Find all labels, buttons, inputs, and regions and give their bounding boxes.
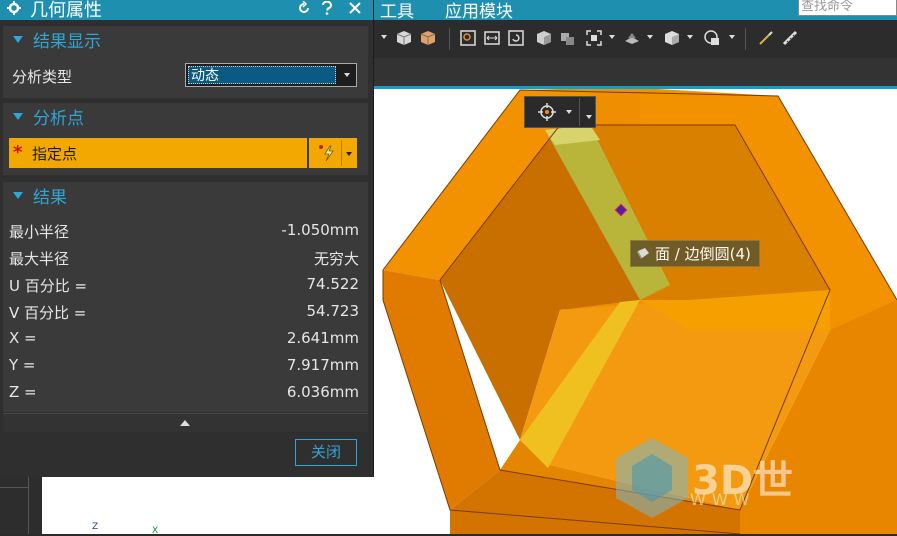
result-value: -1.050mm: [281, 221, 359, 239]
result-row-x: X = 2.641mm: [9, 328, 359, 350]
section-result: 结果: [3, 182, 368, 412]
distance-icon[interactable]: [483, 29, 501, 47]
axis-label-z: Z: [92, 522, 99, 532]
tab-strip: [373, 58, 897, 86]
menu-application[interactable]: 应用模块: [445, 0, 513, 22]
toolbar-separator: [745, 28, 746, 50]
chevron-down-icon[interactable]: [346, 152, 352, 156]
result-value: 2.641mm: [286, 329, 359, 347]
toolbar-dropdown-arrow[interactable]: [647, 35, 653, 39]
chevron-down-icon: [344, 73, 350, 77]
result-row-z: Z = 6.036mm: [9, 382, 359, 404]
result-key: 最大半径: [9, 250, 70, 268]
toolbar-separator: [449, 28, 450, 50]
result-key: U 百分比 =: [9, 277, 88, 295]
selection-tooltip: 面 / 边倒圆(4): [630, 240, 760, 267]
chevron-up-icon: [180, 420, 190, 426]
section-label: 结果: [33, 188, 67, 208]
section-result-display: 结果显示: [3, 26, 368, 98]
axis-label-x: X: [152, 526, 159, 536]
toolbar: [373, 20, 897, 59]
result-row-max-radius: 最大半径 无穷大: [9, 247, 359, 269]
analysis-type-select[interactable]: 动态: [185, 63, 357, 87]
watermark-subtext: WWW: [690, 490, 756, 509]
snap-dropdown-arrow[interactable]: [566, 110, 572, 114]
dialog-title-bar[interactable]: 几何属性: [0, 0, 373, 21]
section-header-result[interactable]: 结果: [3, 182, 368, 208]
section-label: 分析点: [33, 109, 84, 129]
rotate-view-icon[interactable]: [507, 29, 525, 47]
close-button[interactable]: 关闭: [295, 439, 357, 466]
shaded-icon[interactable]: [535, 29, 553, 47]
result-value: 无穷大: [313, 250, 359, 268]
result-row-v-percent: V 百分比 = 54.723: [9, 301, 359, 323]
toolbar-dropdown-arrow[interactable]: [381, 35, 387, 39]
gear-icon: [7, 1, 21, 15]
collapse-triangle-icon: [13, 36, 23, 43]
face-icon: [637, 248, 649, 259]
result-key: X =: [9, 329, 37, 347]
specify-point-field[interactable]: * 指定点: [9, 138, 307, 168]
snap-point-widget[interactable]: [524, 96, 596, 128]
viewport-top-border: [373, 86, 897, 89]
result-row-y: Y = 7.917mm: [9, 355, 359, 377]
result-value: 6.036mm: [286, 383, 359, 401]
result-key: V 百分比 =: [9, 304, 87, 322]
dialog-title: 几何属性: [30, 0, 102, 21]
point-dialog-button[interactable]: [309, 138, 357, 168]
brush-icon[interactable]: [757, 29, 775, 47]
result-key: Y =: [9, 356, 36, 374]
reset-icon[interactable]: [297, 1, 311, 15]
collapse-triangle-icon: [13, 113, 23, 120]
tooltip-text: 面 / 边倒圆(4): [655, 245, 751, 263]
result-value: 54.723: [306, 302, 360, 320]
section-header-analysis-point[interactable]: 分析点: [3, 103, 368, 129]
section-label: 结果显示: [33, 32, 101, 52]
section-view-icon[interactable]: [623, 29, 641, 47]
toolbar-dropdown-arrow[interactable]: [729, 35, 735, 39]
multi-body-icon[interactable]: [559, 29, 577, 47]
ruler-icon[interactable]: [781, 29, 799, 47]
box-section-icon[interactable]: [419, 29, 437, 47]
result-key: Z =: [9, 383, 37, 401]
result-value: 7.917mm: [286, 356, 359, 374]
command-search-input[interactable]: 查找命令: [798, 0, 897, 16]
required-asterisk-icon: *: [13, 142, 23, 163]
result-value: 74.522: [306, 275, 360, 293]
point-lightning-icon: [319, 145, 334, 162]
collapse-triangle-icon: [13, 192, 23, 199]
result-row-min-radius: 最小半径 -1.050mm: [9, 220, 359, 242]
measure-icon[interactable]: [459, 29, 477, 47]
fit-view-icon[interactable]: [585, 29, 603, 47]
box-view-icon[interactable]: [395, 29, 413, 47]
section-header-result-display[interactable]: 结果显示: [3, 26, 368, 52]
close-icon[interactable]: [348, 1, 362, 15]
toolbar-dropdown-arrow[interactable]: [687, 35, 693, 39]
result-row-u-percent: U 百分比 = 74.522: [9, 274, 359, 296]
crosshair-icon[interactable]: [537, 102, 557, 122]
collapse-more-toggle[interactable]: [3, 413, 368, 432]
result-key: 最小半径: [9, 223, 70, 241]
menu-tools[interactable]: 工具: [380, 0, 414, 22]
analysis-type-label: 分析类型: [12, 68, 73, 86]
display-filter-icon[interactable]: [703, 29, 721, 47]
specify-point-label: 指定点: [32, 145, 78, 163]
render-style-icon[interactable]: [663, 29, 681, 47]
snap-options-arrow[interactable]: [586, 115, 592, 119]
button-separator: [341, 140, 342, 166]
left-resource-strip: [0, 477, 42, 534]
snap-separator: [579, 98, 580, 126]
geometry-properties-dialog: 几何属性 结果显示 分析类型 动态 分析点 * 指定点 结果 最小半径 -1.0…: [0, 0, 374, 477]
watermark-logo-icon: [616, 438, 688, 518]
help-icon[interactable]: [321, 1, 333, 15]
analysis-type-value: 动态: [188, 66, 336, 84]
toolbar-dropdown-arrow[interactable]: [609, 35, 615, 39]
